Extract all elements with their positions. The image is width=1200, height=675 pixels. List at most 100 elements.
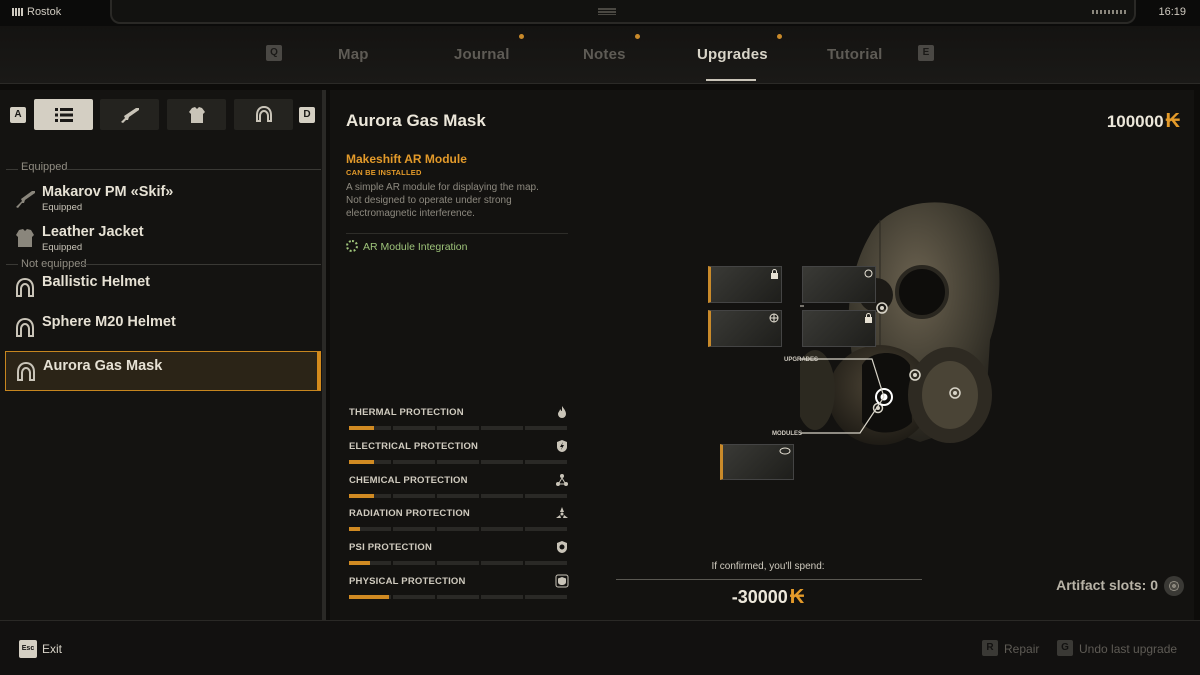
filter-helmets-button[interactable]	[234, 99, 293, 130]
repair-button[interactable]: Repair	[1004, 642, 1039, 656]
stat-bar-segment	[525, 493, 567, 498]
chemical-icon	[556, 473, 568, 486]
grip-icon	[598, 8, 616, 15]
upgrade-slot-4[interactable]	[802, 310, 876, 347]
tab-journal[interactable]: Journal	[454, 34, 524, 63]
tab-label: Map	[338, 46, 369, 63]
stat-label: ELECTRICAL PROTECTION	[349, 440, 479, 452]
list-icon	[54, 107, 73, 122]
spend-label: If confirmed, you'll spend:	[711, 561, 825, 572]
undo-key[interactable]: G	[1057, 640, 1073, 656]
stat-bar-segment	[393, 426, 435, 430]
stat-bar-segment	[481, 493, 523, 498]
stat-label: THERMAL PROTECTION	[349, 407, 464, 418]
divider	[616, 579, 922, 580]
stat-bar-segment	[393, 493, 435, 498]
tab-bar: Q Map Journal Notes Upgrades Tutorial E	[0, 26, 1200, 84]
stat-label: PSI PROTECTION	[349, 542, 433, 554]
inventory-item-makarov[interactable]: Makarov PM «Skif» Equipped	[5, 178, 321, 218]
stat-bar-segment	[349, 493, 391, 498]
stat-bar-segment	[525, 595, 567, 599]
upgrade-slot-3[interactable]	[708, 310, 782, 347]
item-title: Aurora Gas Mask	[346, 111, 486, 130]
tab-upgrades[interactable]: Upgrades	[697, 34, 782, 63]
stat-label: PHYSICAL PROTECTION	[349, 576, 466, 587]
inventory-item-leather-jacket[interactable]: Leather Jacket Equipped	[5, 218, 321, 258]
helmet-icon	[16, 317, 34, 337]
module-integration: AR Module Integration	[346, 240, 467, 253]
stat-bar-segment	[393, 561, 435, 566]
inventory-item-aurora-gas-mask[interactable]: Aurora Gas Mask	[5, 351, 321, 391]
stat-bar-fill	[349, 561, 370, 566]
stat-bar	[349, 426, 567, 430]
filter-all-button[interactable]	[34, 99, 93, 130]
physical-shield-icon	[555, 574, 569, 588]
stat-bar-segment	[525, 459, 567, 464]
prev-filter-key[interactable]: A	[10, 107, 26, 123]
artifact-label: Artifact slots: 0	[1056, 577, 1158, 593]
stat-label: RADIATION PROTECTION	[349, 508, 470, 520]
status-bar: Rostok 16:19	[0, 0, 1200, 26]
filter-armor-button[interactable]	[167, 99, 226, 130]
stat-bar-segment	[393, 459, 435, 464]
item-name: Sphere M20 Helmet	[42, 314, 176, 330]
upgrade-slot-1[interactable]	[708, 266, 782, 303]
item-name: Makarov PM «Skif»	[42, 184, 174, 200]
stat-bar-segment	[437, 459, 479, 464]
stat-bar-segment	[349, 426, 391, 430]
stat-bar-segment	[393, 595, 435, 599]
divider	[6, 264, 18, 265]
helmet-icon	[255, 105, 272, 122]
money-balance: 100000 ₭	[1107, 110, 1180, 133]
notification-dot	[776, 34, 782, 39]
stat-bar	[349, 595, 567, 599]
top-frame	[110, 0, 1136, 24]
notification-dot	[634, 34, 640, 39]
jacket-icon	[16, 229, 34, 247]
signal-icon	[12, 8, 24, 17]
tab-label: Journal	[454, 46, 510, 63]
stat-label: CHEMICAL PROTECTION	[349, 474, 468, 486]
artifact-slots: Artifact slots: 0	[1056, 576, 1184, 596]
stat-bar-fill	[349, 493, 375, 498]
money-value: 100000	[1106, 112, 1164, 131]
undo-upgrade-button[interactable]: Undo last upgrade	[1079, 642, 1177, 656]
stat-bar	[349, 561, 567, 566]
pistol-icon	[16, 191, 35, 208]
inventory-panel: A D Equipped Makarov PM «Skif» Equipped …	[0, 90, 326, 620]
filter-weapons-button[interactable]	[100, 99, 159, 130]
artifact-icon	[1164, 576, 1184, 596]
next-filter-key[interactable]: D	[299, 107, 315, 123]
prev-tab-key[interactable]: Q	[266, 45, 282, 61]
flame-icon	[558, 406, 566, 418]
upgrade-detail-panel: Aurora Gas Mask 100000 ₭ Makeshift AR Mod…	[330, 90, 1194, 620]
tab-map[interactable]: Map	[338, 46, 369, 63]
divider	[66, 169, 321, 170]
repair-key[interactable]: R	[982, 640, 998, 656]
eye-icon	[779, 447, 791, 455]
tab-notes[interactable]: Notes	[583, 34, 640, 63]
psi-icon	[557, 541, 567, 554]
radiation-icon	[556, 507, 568, 519]
item-name: Aurora Gas Mask	[43, 358, 163, 374]
tab-tutorial[interactable]: Tutorial	[827, 46, 882, 63]
stat-bar-segment	[481, 527, 523, 532]
upgrade-slot-2[interactable]	[802, 266, 876, 303]
next-tab-key[interactable]: E	[918, 45, 934, 61]
stat-bar-fill	[349, 527, 360, 532]
inventory-item-ballistic-helmet[interactable]: Ballistic Helmet	[5, 268, 321, 308]
stat-bar-segment	[525, 426, 567, 430]
rifle-icon	[120, 107, 139, 123]
currency-icon: ₭	[1165, 110, 1180, 132]
active-tab-indicator	[706, 79, 756, 81]
stat-bar-segment	[349, 527, 391, 532]
target-icon	[864, 269, 873, 278]
stat-bar-segment	[393, 527, 435, 532]
inventory-item-sphere-m20-helmet[interactable]: Sphere M20 Helmet	[5, 308, 321, 348]
exit-button[interactable]: Exit	[42, 642, 62, 656]
stat-bar-segment	[349, 561, 391, 566]
exit-key[interactable]: Esc	[19, 640, 37, 658]
module-slot-1[interactable]	[720, 444, 794, 480]
divider	[6, 169, 18, 170]
item-status: Equipped	[42, 242, 83, 253]
